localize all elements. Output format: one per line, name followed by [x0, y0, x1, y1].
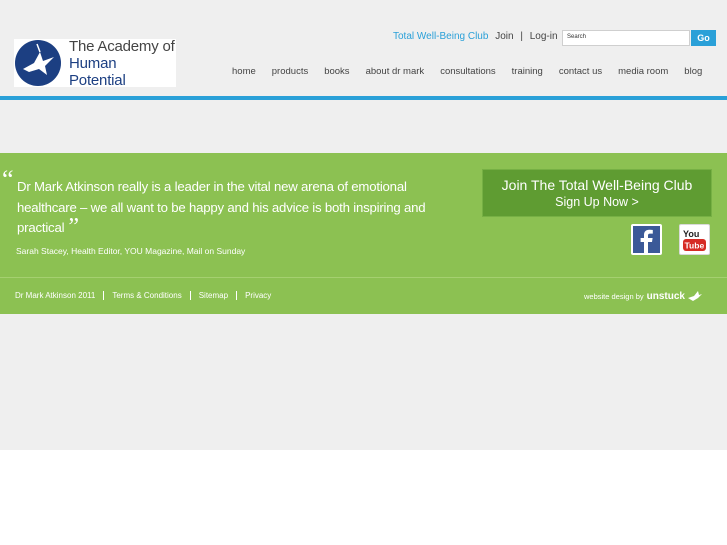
nav-about-dr-mark[interactable]: about dr mark [358, 66, 433, 77]
nav-consultations[interactable]: consultations [432, 66, 503, 77]
club-link[interactable]: Total Well-Being Club [393, 31, 488, 42]
testimonial-quote: Dr Mark Atkinson really is a leader in t… [17, 177, 467, 239]
logo-line-1: The Academy of [69, 37, 175, 55]
footer-links: Dr Mark Atkinson 2011 Terms & Conditions… [15, 291, 279, 300]
bird-icon [687, 291, 702, 301]
join-link[interactable]: Join [495, 31, 513, 42]
design-credit[interactable]: website design by unstuck [584, 290, 703, 302]
main-nav: home products books about dr mark consul… [224, 66, 710, 77]
footer-divider [0, 277, 727, 278]
credit-prefix: website design by [584, 291, 644, 301]
footer-copyright: Dr Mark Atkinson 2011 [15, 291, 96, 300]
svg-text:You: You [683, 229, 699, 239]
facebook-f-glyph-icon [640, 229, 653, 253]
nav-books[interactable]: books [316, 66, 357, 77]
search-input[interactable]: Search [562, 30, 690, 46]
club-box-title: Join The Total Well-Being Club [501, 177, 693, 193]
credit-brand: unstuck [646, 290, 685, 302]
quote-close-mark: ” [68, 214, 79, 240]
search-go-button[interactable]: Go [691, 30, 716, 46]
nav-products[interactable]: products [264, 66, 316, 77]
club-box-cta: Sign Up Now > [555, 195, 639, 209]
nav-blog[interactable]: blog [676, 66, 710, 77]
nav-contact-us[interactable]: contact us [551, 66, 610, 77]
site-header: The Academy of Human Potential Total Wel… [0, 0, 727, 96]
footer-terms-link[interactable]: Terms & Conditions [103, 291, 189, 300]
top-links: Total Well-Being Club Join | Log-in [393, 31, 558, 42]
svg-text:Tube: Tube [685, 241, 705, 251]
facebook-icon[interactable] [631, 224, 662, 255]
nav-media-room[interactable]: media room [610, 66, 676, 77]
footer-privacy-link[interactable]: Privacy [236, 291, 279, 300]
logo-text: The Academy of Human Potential [69, 38, 176, 89]
header-divider [0, 96, 727, 100]
quote-open-mark: “ [2, 165, 14, 194]
nav-home[interactable]: home [224, 66, 264, 77]
hummingbird-logo-icon [15, 40, 61, 86]
logo-line-2: Human Potential [69, 54, 126, 89]
youtube-glyph-icon: You Tube [683, 229, 706, 251]
testimonial-band: “ Dr Mark Atkinson really is a leader in… [0, 153, 727, 314]
footer-sitemap-link[interactable]: Sitemap [189, 291, 236, 300]
login-link[interactable]: Log-in [530, 31, 558, 42]
site-logo[interactable]: The Academy of Human Potential [14, 38, 176, 89]
quote-attribution: Sarah Stacey, Health Editor, YOU Magazin… [16, 246, 246, 256]
link-separator: | [520, 31, 523, 42]
nav-training[interactable]: training [504, 66, 551, 77]
join-club-button[interactable]: Join The Total Well-Being Club Sign Up N… [482, 169, 712, 217]
youtube-icon[interactable]: You Tube [679, 224, 710, 255]
